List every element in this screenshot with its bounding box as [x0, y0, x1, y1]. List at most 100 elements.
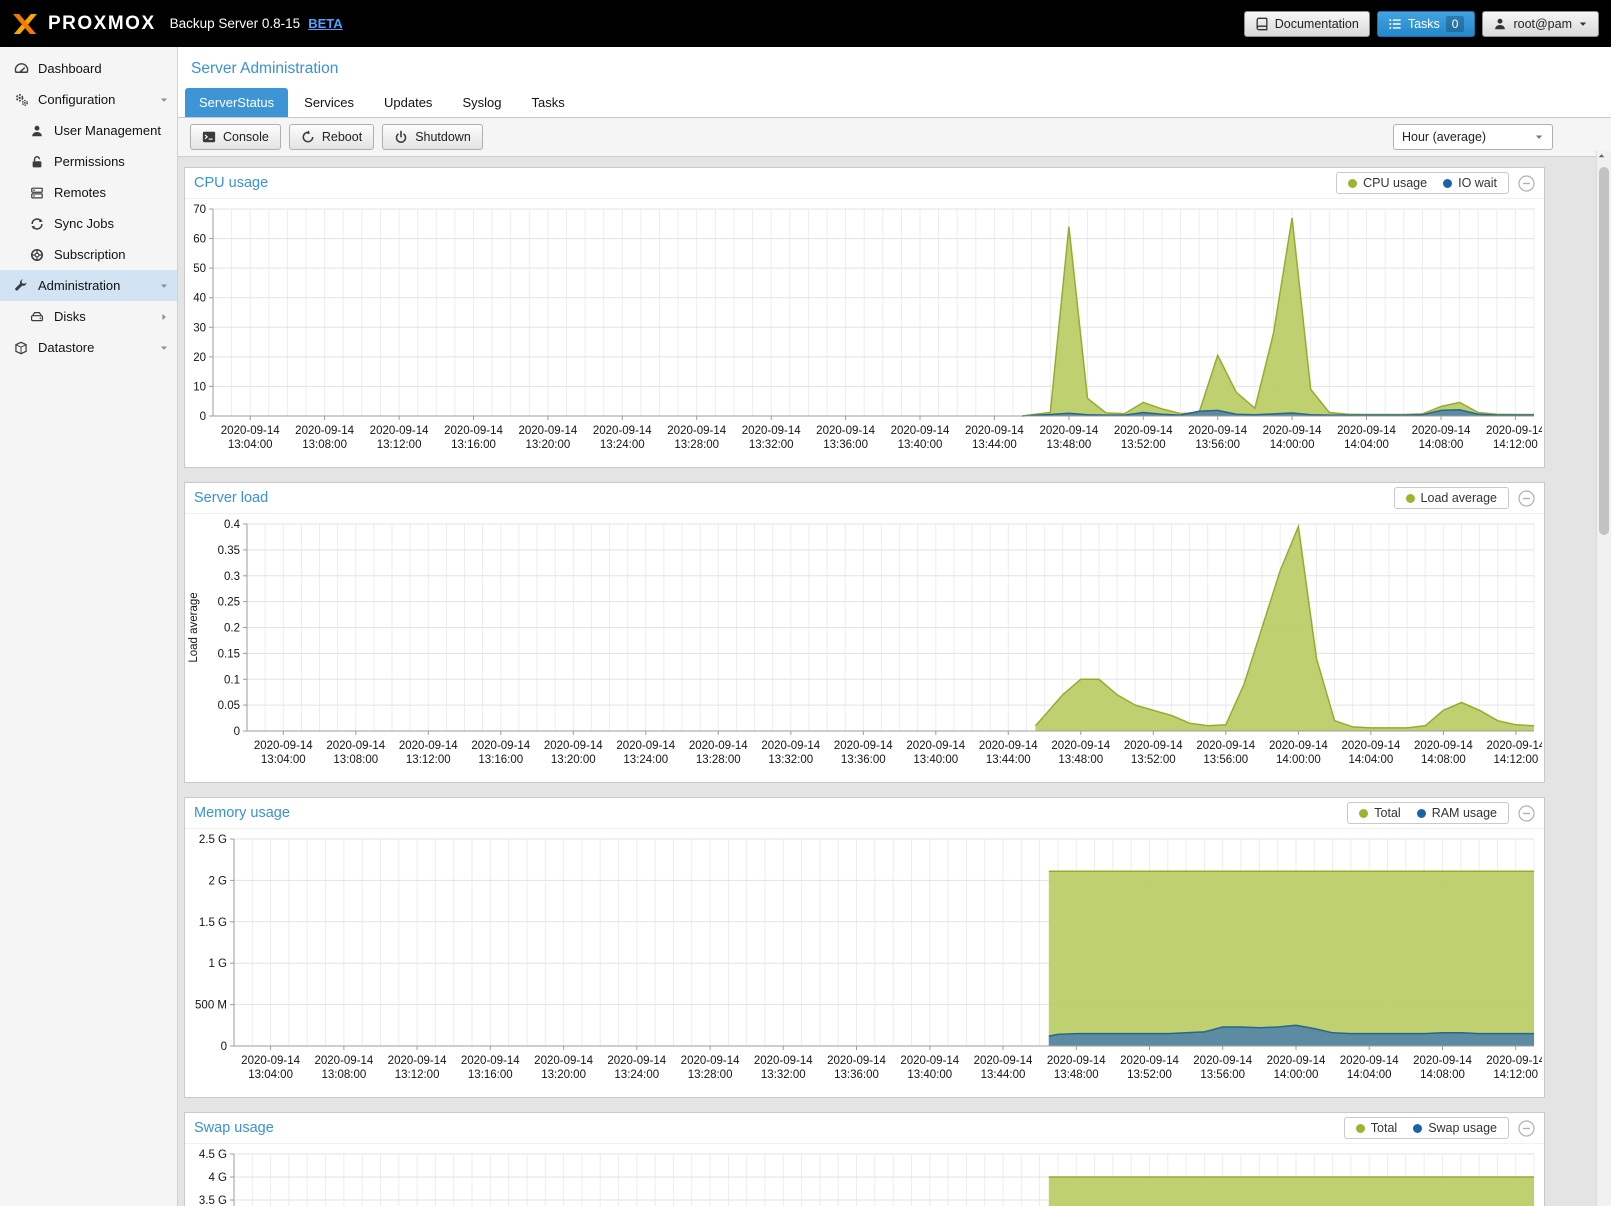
sidebar-item-configuration[interactable]: Configuration [0, 84, 177, 115]
tab-tasks[interactable]: Tasks [517, 88, 578, 117]
svg-text:14:12:00: 14:12:00 [1494, 754, 1539, 766]
content: Server Administration ServerStatusServic… [178, 47, 1611, 1206]
svg-text:13:24:00: 13:24:00 [623, 754, 668, 766]
minus-circle-icon [1518, 805, 1535, 822]
svg-text:13:56:00: 13:56:00 [1203, 754, 1248, 766]
time-range-select[interactable]: Hour (average) [1393, 124, 1553, 150]
legend: TotalSwap usage [1344, 1117, 1509, 1139]
time-range-value: Hour (average) [1402, 130, 1486, 144]
svg-text:2020-09-14: 2020-09-14 [388, 1055, 447, 1067]
svg-text:Load average: Load average [188, 592, 200, 662]
tab-serverstatus[interactable]: ServerStatus [185, 88, 288, 117]
svg-text:2020-09-14: 2020-09-14 [974, 1055, 1033, 1067]
svg-text:13:20:00: 13:20:00 [551, 754, 596, 766]
svg-text:4.5 G: 4.5 G [199, 1149, 227, 1161]
collapse-panel-button[interactable] [1518, 805, 1535, 822]
sidebar-item-subscription[interactable]: Subscription [0, 239, 177, 270]
svg-text:2020-09-14: 2020-09-14 [906, 740, 965, 752]
svg-text:20: 20 [193, 352, 206, 364]
console-button[interactable]: Console [190, 124, 281, 150]
shutdown-button[interactable]: Shutdown [382, 124, 483, 150]
user-menu-button[interactable]: root@pam [1482, 11, 1599, 37]
sidebar-item-label: Disks [54, 309, 86, 324]
svg-text:13:44:00: 13:44:00 [986, 754, 1031, 766]
svg-text:14:00:00: 14:00:00 [1274, 1069, 1319, 1081]
tab-syslog[interactable]: Syslog [448, 88, 515, 117]
collapse-panel-button[interactable] [1518, 1120, 1535, 1137]
beta-link[interactable]: BETA [308, 16, 342, 31]
legend-dot [1417, 809, 1426, 818]
svg-text:2020-09-14: 2020-09-14 [834, 740, 893, 752]
sidebar-item-permissions[interactable]: Permissions [0, 146, 177, 177]
task-list-icon [1388, 17, 1402, 31]
scroll-up-button[interactable] [1597, 151, 1611, 165]
collapse-panel-button[interactable] [1518, 175, 1535, 192]
svg-text:2 G: 2 G [208, 875, 227, 887]
svg-text:13:08:00: 13:08:00 [302, 439, 347, 451]
chart-swap-usage: 0500 M1 G1.5 G2 G2.5 G3 G3.5 G4 G4.5 G20… [185, 1146, 1542, 1206]
svg-text:10: 10 [193, 381, 206, 393]
svg-text:2020-09-14: 2020-09-14 [1267, 1055, 1326, 1067]
tab-services[interactable]: Services [290, 88, 368, 117]
svg-text:13:16:00: 13:16:00 [451, 439, 496, 451]
caret-down-icon [159, 95, 169, 105]
wrench-icon [12, 279, 30, 293]
svg-text:2020-09-14: 2020-09-14 [399, 740, 458, 752]
sidebar-item-user-management[interactable]: User Management [0, 115, 177, 146]
collapse-panel-button[interactable] [1518, 490, 1535, 507]
svg-text:2020-09-14: 2020-09-14 [1413, 1055, 1472, 1067]
gears-icon [12, 92, 30, 107]
scrollbar-thumb[interactable] [1599, 167, 1609, 535]
sidebar-item-label: Datastore [38, 340, 94, 355]
reboot-button[interactable]: Reboot [289, 124, 374, 150]
chart-server-load: 00.050.10.150.20.250.30.350.42020-09-141… [185, 516, 1542, 777]
tab-updates[interactable]: Updates [370, 88, 446, 117]
svg-text:14:00:00: 14:00:00 [1276, 754, 1321, 766]
sidebar-item-administration[interactable]: Administration [0, 270, 177, 301]
caret-down-icon [1534, 132, 1544, 142]
svg-text:14:04:00: 14:04:00 [1344, 439, 1389, 451]
svg-text:2020-09-14: 2020-09-14 [1486, 740, 1542, 752]
svg-text:13:40:00: 13:40:00 [913, 754, 958, 766]
svg-text:2020-09-14: 2020-09-14 [241, 1055, 300, 1067]
svg-text:13:36:00: 13:36:00 [841, 754, 886, 766]
reboot-icon [301, 130, 315, 144]
documentation-button[interactable]: Documentation [1244, 11, 1370, 37]
svg-text:13:28:00: 13:28:00 [674, 439, 719, 451]
svg-text:3.5 G: 3.5 G [199, 1195, 227, 1206]
svg-text:1 G: 1 G [208, 958, 227, 970]
legend-item: IO wait [1443, 176, 1497, 190]
svg-text:13:20:00: 13:20:00 [526, 439, 571, 451]
sidebar-item-disks[interactable]: Disks [0, 301, 177, 332]
button-label: Reboot [322, 130, 362, 144]
user-icon [1493, 17, 1507, 31]
svg-text:2020-09-14: 2020-09-14 [254, 740, 313, 752]
panel-title: Memory usage [194, 805, 290, 821]
panel-header: Swap usageTotalSwap usage [185, 1113, 1544, 1144]
legend-label: Load average [1421, 491, 1497, 505]
svg-text:0: 0 [200, 411, 206, 423]
terminal-icon [202, 130, 216, 144]
scrollbar [1596, 151, 1611, 1206]
chart-container: 0500 M1 G1.5 G2 G2.5 G2020-09-1413:04:00… [185, 829, 1544, 1097]
sidebar-item-sync-jobs[interactable]: Sync Jobs [0, 208, 177, 239]
minus-circle-icon [1518, 1120, 1535, 1137]
svg-text:14:04:00: 14:04:00 [1347, 1069, 1392, 1081]
legend-item: RAM usage [1417, 806, 1497, 820]
svg-text:13:28:00: 13:28:00 [696, 754, 741, 766]
sidebar-item-datastore[interactable]: Datastore [0, 332, 177, 363]
sidebar-item-label: Dashboard [38, 61, 102, 76]
legend-dot [1443, 179, 1452, 188]
svg-text:13:48:00: 13:48:00 [1054, 1069, 1099, 1081]
legend-item: Load average [1406, 491, 1497, 505]
panel-title: CPU usage [194, 175, 268, 191]
chart-container: 0500 M1 G1.5 G2 G2.5 G3 G3.5 G4 G4.5 G20… [185, 1144, 1544, 1206]
sidebar-item-label: Sync Jobs [54, 216, 114, 231]
legend-label: Total [1374, 806, 1400, 820]
sidebar-item-dashboard[interactable]: Dashboard [0, 53, 177, 84]
tasks-button[interactable]: Tasks 0 [1377, 11, 1476, 37]
sync-icon [28, 217, 46, 231]
sidebar-item-remotes[interactable]: Remotes [0, 177, 177, 208]
svg-text:2.5 G: 2.5 G [199, 834, 227, 846]
svg-text:2020-09-14: 2020-09-14 [1114, 425, 1173, 437]
